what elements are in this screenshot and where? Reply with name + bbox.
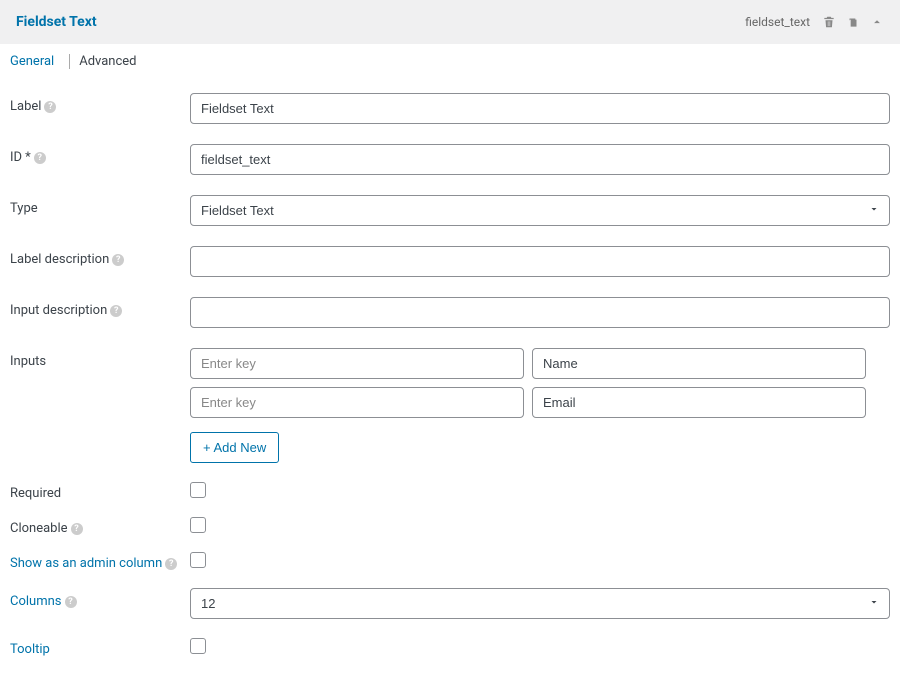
help-icon[interactable]: ?: [44, 101, 56, 113]
help-icon[interactable]: ?: [112, 254, 124, 266]
type-select[interactable]: Fieldset Text: [190, 195, 890, 226]
label-text: Type: [10, 201, 38, 216]
tabs: General Advanced: [0, 44, 900, 75]
admin-column-checkbox[interactable]: [190, 552, 206, 568]
field-label: Label ?: [10, 93, 190, 114]
required-star: *: [25, 150, 31, 165]
copy-icon[interactable]: [846, 15, 860, 29]
label-text: Label: [10, 99, 41, 114]
label-input[interactable]: [190, 93, 890, 124]
field-label: ID* ?: [10, 144, 190, 165]
tooltip-checkbox[interactable]: [190, 638, 206, 654]
tab-general[interactable]: General: [10, 54, 63, 69]
form-body: Label ? ID* ? Type Fieldset Text: [0, 75, 900, 684]
label-desc-input[interactable]: [190, 246, 890, 277]
field-label: Show as an admin column ?: [10, 550, 190, 571]
columns-select[interactable]: 12: [190, 588, 890, 619]
tab-advanced[interactable]: Advanced: [69, 54, 145, 69]
help-icon[interactable]: ?: [71, 523, 83, 535]
add-new-button[interactable]: + Add New: [190, 432, 279, 463]
help-icon[interactable]: ?: [65, 596, 77, 608]
label-text: Label description: [10, 252, 109, 267]
field-label: Label description ?: [10, 246, 190, 267]
id-input[interactable]: [190, 144, 890, 175]
row-id: ID* ?: [10, 134, 890, 185]
input-value[interactable]: [532, 387, 866, 418]
row-label: Label ?: [10, 83, 890, 134]
trash-icon[interactable]: [822, 15, 836, 29]
panel-header: Fieldset Text fieldset_text: [0, 0, 900, 44]
row-cloneable: Cloneable ?: [10, 508, 890, 543]
row-tooltip: Tooltip: [10, 629, 890, 664]
label-text: Input description: [10, 303, 107, 318]
row-type: Type Fieldset Text: [10, 185, 890, 236]
field-label: Tooltip: [10, 636, 190, 657]
input-desc-input[interactable]: [190, 297, 890, 328]
collapse-icon[interactable]: [870, 15, 884, 29]
field-label: Input description ?: [10, 297, 190, 318]
label-text: Inputs: [10, 354, 46, 369]
field-label: Required: [10, 480, 190, 501]
field-label: Columns ?: [10, 588, 190, 609]
row-required: Required: [10, 473, 890, 508]
row-columns: Columns ? 12: [10, 578, 890, 629]
row-inputs: Inputs + Add New: [10, 338, 890, 473]
label-text: ID: [10, 150, 22, 165]
label-text[interactable]: Show as an admin column: [10, 556, 162, 571]
label-text[interactable]: Columns: [10, 594, 62, 609]
field-label: Cloneable ?: [10, 515, 190, 536]
field-label: Type: [10, 195, 190, 216]
help-icon[interactable]: ?: [165, 558, 177, 570]
row-admin-column: Show as an admin column ?: [10, 543, 890, 578]
input-value[interactable]: [532, 348, 866, 379]
label-text[interactable]: Tooltip: [10, 642, 50, 657]
cloneable-checkbox[interactable]: [190, 517, 206, 533]
inputs-pair: [190, 387, 890, 418]
input-key[interactable]: [190, 387, 524, 418]
inputs-pair: [190, 348, 890, 379]
panel-header-actions: fieldset_text: [745, 15, 884, 29]
field-label: Inputs: [10, 348, 190, 369]
help-icon[interactable]: ?: [34, 152, 46, 164]
panel-slug: fieldset_text: [745, 15, 810, 29]
help-icon[interactable]: ?: [110, 305, 122, 317]
label-text: Required: [10, 486, 61, 501]
required-checkbox[interactable]: [190, 482, 206, 498]
panel-title: Fieldset Text: [16, 14, 97, 30]
inputs-grid: + Add New: [190, 348, 890, 463]
label-text: Cloneable: [10, 521, 68, 536]
row-input-desc: Input description ?: [10, 287, 890, 338]
input-key[interactable]: [190, 348, 524, 379]
row-label-desc: Label description ?: [10, 236, 890, 287]
